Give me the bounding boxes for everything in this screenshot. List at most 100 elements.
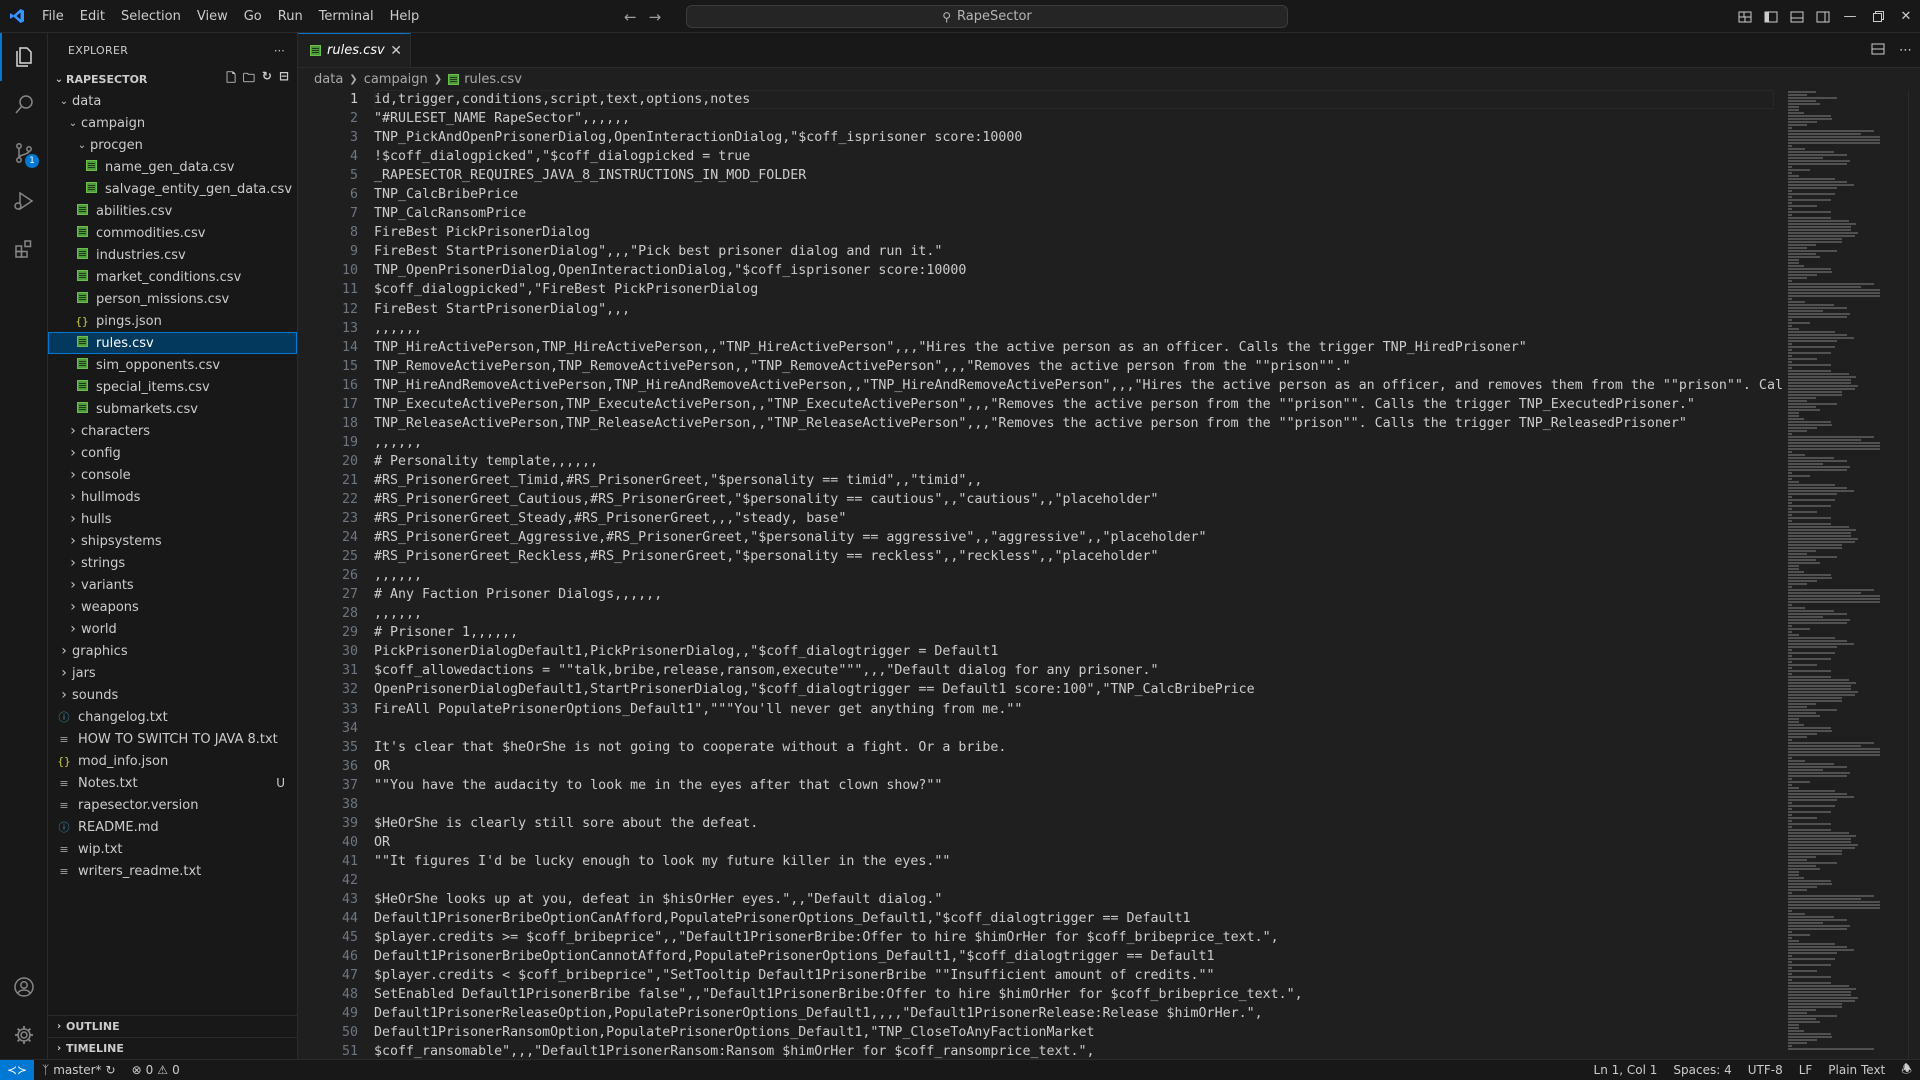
tree-file[interactable]: person_missions.csv [48,288,297,310]
encoding-status[interactable]: UTF-8 [1740,1063,1791,1077]
tree-folder[interactable]: › shipsystems [48,530,297,552]
code-line[interactable]: 20 # Personality template,,,,,, [298,452,1788,471]
code-line[interactable]: 25 #RS_PrisonerGreet_Reckless,#RS_Prisone… [298,547,1788,566]
tree-file[interactable]: ⓘ README.md [48,816,297,838]
tree-folder[interactable]: › config [48,442,297,464]
settings-gear-icon[interactable] [0,1011,48,1059]
toggle-primary-sidebar-icon[interactable] [1758,0,1784,33]
tree-file[interactable]: ⓘ changelog.txt [48,706,297,728]
code-editor[interactable]: 1 id,trigger,conditions,script,text,optio… [298,90,1788,1059]
customize-layout-icon[interactable] [1732,0,1758,33]
tree-folder[interactable]: › jars [48,662,297,684]
tree-file[interactable]: industries.csv [48,244,297,266]
code-line[interactable]: 15 TNP_RemoveActivePerson,TNP_RemoveActiv… [298,357,1788,376]
tree-file[interactable]: abilities.csv [48,200,297,222]
tree-file[interactable]: {} mod_info.json [48,750,297,772]
code-line[interactable]: 8 FireBest PickPrisonerDialog [298,223,1788,242]
tree-file[interactable]: salvage_entity_gen_data.csv [48,178,297,200]
tree-file[interactable]: rules.csv [48,332,297,354]
forward-arrow-icon[interactable]: → [649,8,662,26]
code-line[interactable]: 36 OR [298,757,1788,776]
code-line[interactable]: 14 TNP_HireActivePerson,TNP_HireActivePer… [298,338,1788,357]
tree-folder[interactable]: › weapons [48,596,297,618]
code-line[interactable]: 48 SetEnabled Default1PrisonerBribe false… [298,985,1788,1004]
code-line[interactable]: 49 Default1PrisonerReleaseOption,Populate… [298,1004,1788,1023]
breadcrumb-data[interactable]: data [314,72,343,87]
code-line[interactable]: 19,,,,,, [298,433,1788,452]
remote-indicator-icon[interactable]: ≺≻ [0,1059,34,1080]
code-line[interactable]: 46 Default1PrisonerBribeOptionCannotAffor… [298,947,1788,966]
close-tab-icon[interactable]: ✕ [390,43,402,59]
notifications-bell-icon[interactable]: 🕭 [1893,1060,1920,1080]
editor-scrollbar[interactable] [1908,90,1920,1059]
tree-file[interactable]: ≡ wip.txt [48,838,297,860]
code-line[interactable]: 43 $HeOrShe looks up at you, defeat in $h… [298,890,1788,909]
accounts-icon[interactable] [0,963,48,1011]
code-line[interactable]: 24 #RS_PrisonerGreet_Aggressive,#RS_Priso… [298,528,1788,547]
tree-folder[interactable]: › variants [48,574,297,596]
toggle-panel-icon[interactable] [1784,0,1810,33]
tree-file[interactable]: ≡ HOW TO SWITCH TO JAVA 8.txt [48,728,297,750]
code-line[interactable]: 42 [298,871,1788,890]
menu-selection[interactable]: Selection [113,0,189,33]
tree-file[interactable]: commodities.csv [48,222,297,244]
code-line[interactable]: 26,,,,,, [298,566,1788,585]
cursor-position[interactable]: Ln 1, Col 1 [1586,1063,1666,1077]
code-line[interactable]: 45 $player.credits >= $coff_bribeprice",,… [298,928,1788,947]
eol-status[interactable]: LF [1791,1063,1821,1077]
code-line[interactable]: 29 # Prisoner 1,,,,,, [298,623,1788,642]
code-line[interactable]: 51 $coff_ransomable",,,"Default1PrisonerR… [298,1042,1788,1059]
code-line[interactable]: 32 OpenPrisonerDialogDefault1,StartPrison… [298,680,1788,699]
tree-file[interactable]: market_conditions.csv [48,266,297,288]
tree-folder[interactable]: › sounds [48,684,297,706]
code-line[interactable]: 2 "#RULESET_NAME RapeSector",,,,,, [298,109,1788,128]
tree-folder[interactable]: › graphics [48,640,297,662]
code-line[interactable]: 27 # Any Faction Prisoner Dialogs,,,,,, [298,585,1788,604]
refresh-icon[interactable]: ↻ [262,69,272,90]
code-line[interactable]: 9 FireBest StartPrisonerDialog",,,"Pick b… [298,242,1788,261]
tree-file[interactable]: ≡ Notes.txt U [48,772,297,794]
minimap[interactable] [1788,90,1908,1059]
code-line[interactable]: 17 TNP_ExecuteActivePerson,TNP_ExecuteAct… [298,395,1788,414]
code-line[interactable]: 13,,,,,, [298,319,1788,338]
command-center-search[interactable]: ⚲ RapeSector [686,5,1288,28]
code-line[interactable]: 50 Default1PrisonerRansomOption,PopulateP… [298,1023,1788,1042]
code-line[interactable]: 5 _RAPESECTOR_REQUIRES_JAVA_8_INSTRUCTION… [298,166,1788,185]
code-line[interactable]: 40 OR [298,833,1788,852]
code-line[interactable]: 22 #RS_PrisonerGreet_Cautious,#RS_Prisone… [298,490,1788,509]
menu-terminal[interactable]: Terminal [311,0,382,33]
code-line[interactable]: 35 It's clear that $heOrShe is not going … [298,738,1788,757]
tree-file[interactable]: {} pings.json [48,310,297,332]
outline-section[interactable]: › OUTLINE [48,1015,298,1037]
code-line[interactable]: 30 PickPrisonerDialogDefault1,PickPrisone… [298,642,1788,661]
tree-file[interactable]: sim_opponents.csv [48,354,297,376]
tree-folder[interactable]: ⌄ campaign [48,112,297,134]
code-line[interactable]: 37 ""You have the audacity to look me in … [298,776,1788,795]
code-line[interactable]: 34 [298,719,1788,738]
menu-edit[interactable]: Edit [72,0,113,33]
tree-folder[interactable]: › strings [48,552,297,574]
code-line[interactable]: 44 Default1PrisonerBribeOptionCanAfford,P… [298,909,1788,928]
tab-rules-csv[interactable]: rules.csv ✕ [298,33,411,67]
menu-go[interactable]: Go [236,0,270,33]
code-line[interactable]: 31 $coff_allowedactions = ""talk,bribe,re… [298,661,1788,680]
restore-icon[interactable] [1864,0,1892,33]
tree-folder[interactable]: › characters [48,420,297,442]
tree-file[interactable]: name_gen_data.csv [48,156,297,178]
toggle-secondary-sidebar-icon[interactable] [1810,0,1836,33]
code-line[interactable]: 39 $HeOrShe is clearly still sore about t… [298,814,1788,833]
new-file-icon[interactable]: 🗋 [226,69,236,90]
code-line[interactable]: 10 TNP_OpenPrisonerDialog,OpenInteraction… [298,261,1788,280]
problems-status[interactable]: ⊗ 0 ⚠ 0 [124,1063,188,1077]
code-line[interactable]: 47 $player.credits < $coff_bribeprice","S… [298,966,1788,985]
timeline-section[interactable]: › TIMELINE [48,1037,298,1059]
code-line[interactable]: 18 TNP_ReleaseActivePerson,TNP_ReleaseAct… [298,414,1788,433]
collapse-all-icon[interactable]: ⊟ [279,69,289,90]
code-line[interactable]: 41 ""It figures I'd be lucky enough to lo… [298,852,1788,871]
back-arrow-icon[interactable]: ← [624,8,637,26]
branch-status[interactable]: ᛉ master* ↻ [34,1063,124,1077]
menu-view[interactable]: View [189,0,236,33]
menu-run[interactable]: Run [270,0,311,33]
language-mode[interactable]: Plain Text [1820,1063,1893,1077]
code-line[interactable]: 21 #RS_PrisonerGreet_Timid,#RS_PrisonerGr… [298,471,1788,490]
